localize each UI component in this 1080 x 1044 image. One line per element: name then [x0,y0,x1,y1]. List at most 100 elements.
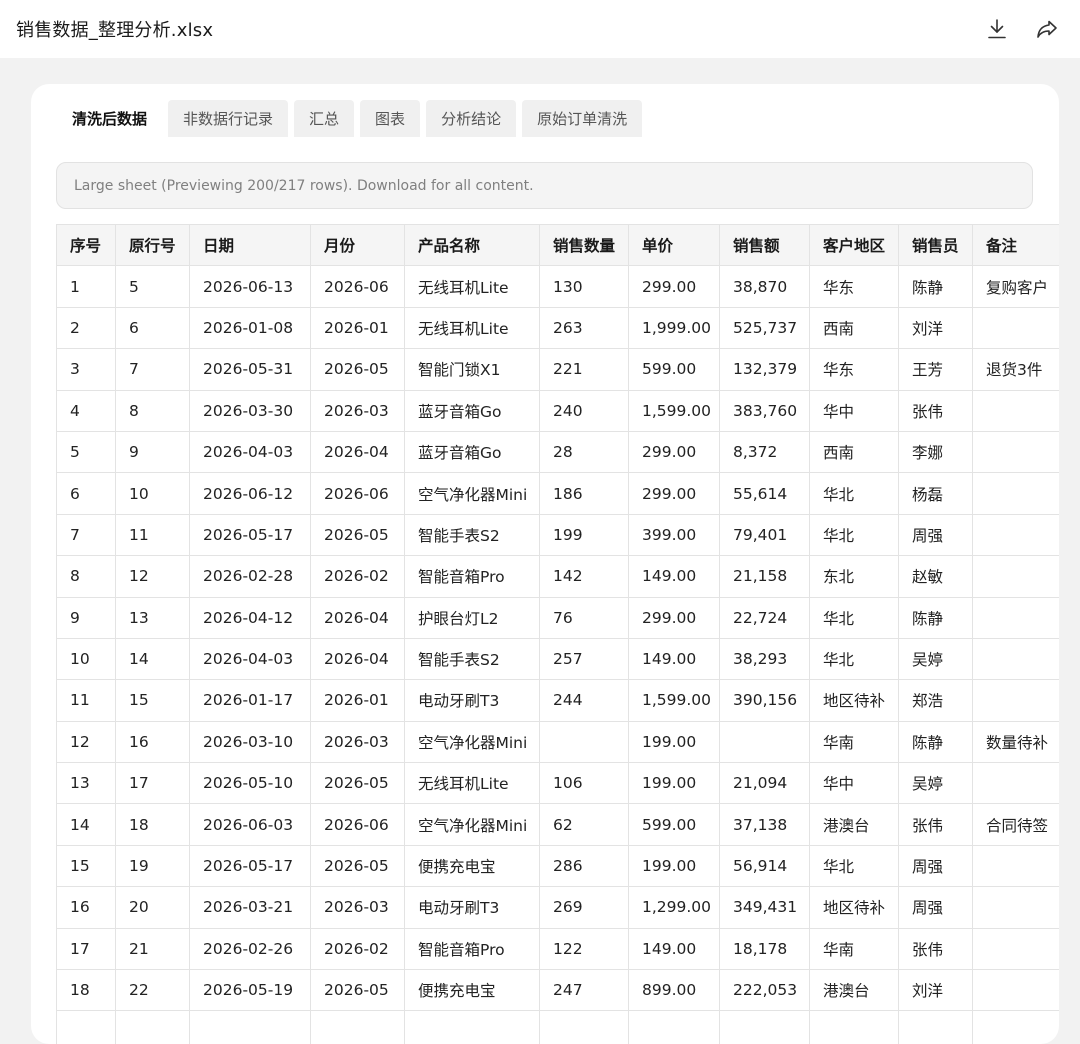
table-cell[interactable]: 8 [56,555,116,598]
table-cell[interactable]: 王芳 [898,348,973,391]
table-cell[interactable]: 13 [115,596,190,639]
data-table-container[interactable]: 序号 原行号 日期 月份 产品名称 销售数量 单价 销售额 客户地区 销售员 备注 1 5 2026-0… [56,224,1059,1044]
table-row[interactable]: 13 17 2026-05-10 2026-05 无线耳机Lite 106 199.00 21… [56,762,1059,805]
table-cell[interactable]: 5 [115,265,190,308]
table-cell[interactable] [972,679,1059,722]
table-cell[interactable]: 7 [115,348,190,391]
table-cell[interactable]: 无线耳机Lite [404,265,540,308]
table-cell[interactable]: 周强 [898,844,973,888]
table-cell[interactable]: 12 [56,720,116,764]
table-row[interactable]: 2 6 2026-01-08 2026-01 无线耳机Lite 263 1,999.00 52… [56,306,1059,350]
table-cell[interactable]: 383,760 [719,389,810,432]
table-cell[interactable]: 1,599.00 [628,679,720,722]
table-cell[interactable]: 复购客户 [972,265,1059,308]
table-row[interactable]: 18 22 2026-05-19 2026-05 便携充电宝 247 899.00 222,0… [56,969,1059,1012]
table-cell[interactable] [972,927,1059,971]
table-cell[interactable]: 华南 [809,927,899,971]
column-header[interactable]: 原行号 [115,224,190,267]
table-cell[interactable]: 华北 [809,637,899,681]
table-cell[interactable]: 3 [56,348,116,391]
table-cell[interactable]: 5 [56,430,116,474]
table-cell[interactable] [972,596,1059,639]
table-cell[interactable]: 2026-06 [310,803,405,846]
table-cell[interactable]: 240 [539,389,629,432]
column-header[interactable]: 序号 [56,224,116,267]
table-cell[interactable]: 2026-01-08 [189,306,311,350]
table-cell[interactable] [972,430,1059,474]
table-cell[interactable]: 269 [539,886,629,929]
table-cell[interactable]: 21,158 [719,555,810,598]
table-cell[interactable]: 8 [115,389,190,432]
column-header[interactable]: 销售额 [719,224,810,267]
table-cell[interactable]: 2026-02-26 [189,927,311,971]
table-row[interactable]: 14 18 2026-06-03 2026-06 空气净化器Mini 62 599.00 37… [56,803,1059,846]
table-cell[interactable]: 17 [56,927,116,971]
table-cell[interactable]: 空气净化器Mini [404,720,540,764]
table-cell[interactable]: 陈静 [898,596,973,639]
column-header[interactable]: 单价 [628,224,720,267]
table-cell[interactable]: 15 [115,679,190,722]
table-cell[interactable]: 149.00 [628,927,720,971]
table-cell[interactable]: 张伟 [898,389,973,432]
table-cell[interactable]: 华东 [809,265,899,308]
table-cell[interactable]: 199 [539,513,629,557]
table-cell[interactable]: 空气净化器Mini [404,472,540,515]
table-cell[interactable]: 陈静 [898,265,973,308]
table-cell[interactable]: 2026-04-03 [189,430,311,474]
table-row[interactable]: 17 21 2026-02-26 2026-02 智能音箱Pro 122 149.00 18,… [56,927,1059,971]
table-cell[interactable]: 刘洋 [898,969,973,1012]
table-cell[interactable]: 华中 [809,389,899,432]
table-cell[interactable]: 2026-01 [310,306,405,350]
table-cell[interactable]: 13 [56,762,116,805]
table-cell[interactable]: 张伟 [898,927,973,971]
table-cell[interactable]: 12 [115,555,190,598]
table-cell[interactable]: 便携充电宝 [404,844,540,888]
table-cell[interactable]: 8,372 [719,430,810,474]
table-cell[interactable]: 18 [115,803,190,846]
table-cell[interactable]: 18 [56,969,116,1012]
column-header[interactable]: 日期 [189,224,311,267]
table-cell[interactable]: 2026-03 [310,389,405,432]
table-row[interactable]: 15 19 2026-05-17 2026-05 便携充电宝 286 199.00 56,91… [56,844,1059,888]
table-cell[interactable]: 10 [56,637,116,681]
table-cell[interactable]: 智能手表S2 [404,637,540,681]
column-header[interactable]: 备注 [972,224,1059,267]
table-cell[interactable]: 1,999.00 [628,306,720,350]
table-row[interactable]: 16 20 2026-03-21 2026-03 电动牙刷T3 269 1,299.00 34… [56,886,1059,929]
table-cell[interactable]: 2026-04 [310,637,405,681]
table-cell[interactable] [972,513,1059,557]
table-cell[interactable]: 港澳台 [809,969,899,1012]
table-cell[interactable]: 智能音箱Pro [404,927,540,971]
table-cell[interactable]: 吴婷 [898,762,973,805]
table-cell[interactable] [972,762,1059,805]
table-cell[interactable]: 525,737 [719,306,810,350]
table-row[interactable]: 10 14 2026-04-03 2026-04 智能手表S2 257 149.00 38,2… [56,637,1059,681]
table-cell[interactable]: 2026-06 [310,472,405,515]
tab-analysis-conclusion[interactable]: 分析结论 [426,100,517,137]
table-cell[interactable]: 186 [539,472,629,515]
table-cell[interactable]: 无线耳机Lite [404,306,540,350]
table-row[interactable]: 11 15 2026-01-17 2026-01 电动牙刷T3 244 1,599.00 39… [56,679,1059,722]
table-cell[interactable]: 空气净化器Mini [404,803,540,846]
table-cell[interactable]: 132,379 [719,348,810,391]
table-cell[interactable]: 199.00 [628,762,720,805]
table-cell[interactable]: 299.00 [628,596,720,639]
table-cell[interactable]: 2026-03 [310,886,405,929]
download-button[interactable] [984,16,1010,42]
table-cell[interactable]: 智能音箱Pro [404,555,540,598]
table-cell[interactable]: 退货3件 [972,348,1059,391]
table-cell[interactable]: 2026-05 [310,762,405,805]
table-cell[interactable] [972,886,1059,929]
table-cell[interactable]: 智能门锁X1 [404,348,540,391]
table-row[interactable]: 6 10 2026-06-12 2026-06 空气净化器Mini 186 299.00 55… [56,472,1059,515]
table-cell[interactable]: 4 [56,389,116,432]
table-cell[interactable] [719,720,810,764]
table-cell[interactable]: 56,914 [719,844,810,888]
column-header[interactable]: 产品名称 [404,224,540,267]
table-cell[interactable]: 257 [539,637,629,681]
table-cell[interactable]: 2026-06-12 [189,472,311,515]
table-cell[interactable]: 华北 [809,472,899,515]
table-cell[interactable]: 华南 [809,720,899,764]
tab-non-data-rows[interactable]: 非数据行记录 [168,100,289,137]
table-cell[interactable]: 244 [539,679,629,722]
